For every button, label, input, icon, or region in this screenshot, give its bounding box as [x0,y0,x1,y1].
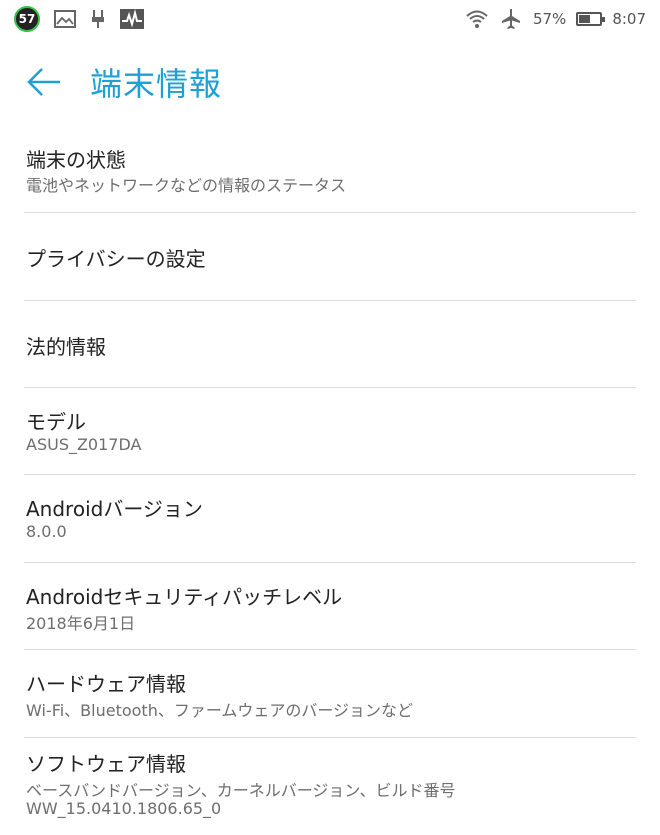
list-item-software-info[interactable]: ソフトウェア情報 ベースバンドバージョン、カーネルバージョン、ビルド番号 WW_… [0,738,660,835]
image-icon [54,10,76,28]
back-button[interactable] [22,64,66,100]
list-item-title: モデル [26,410,86,434]
airplane-mode-icon [499,7,523,31]
list-item-device-status[interactable]: 端末の状態 電池やネットワークなどの情報のステータス [0,124,660,212]
list-item-title: 端末の状態 [26,148,126,172]
clock-time: 8:07 [612,10,646,28]
list-item-subtitle: ASUS_Z017DA [26,435,142,454]
status-bar-right: 57% 8:07 [465,7,660,31]
list-item-legal-info[interactable]: 法的情報 [0,301,660,387]
list-item-model[interactable]: モデル ASUS_Z017DA [0,388,660,474]
list-item-title: プライバシーの設定 [26,247,206,271]
list-item-title: Androidバージョン [26,497,203,521]
page-title: 端末情報 [90,65,223,103]
list-item-hardware-info[interactable]: ハードウェア情報 Wi-Fi、Bluetooth、ファームウェアのバージョンなど [0,650,660,737]
list-item-title: Androidセキュリティパッチレベル [26,585,343,609]
list-item-security-patch-level[interactable]: Androidセキュリティパッチレベル 2018年6月1日 [0,563,660,649]
status-bar: 57 57% 8:07 [0,0,660,38]
status-bar-left: 57 [0,6,144,32]
battery-percent-text: 57% [532,10,567,28]
list-item-title: ソフトウェア情報 [26,752,186,776]
list-item-subtitle: 電池やネットワークなどの情報のステータス [26,176,347,195]
usb-debug-icon [90,9,106,29]
app-bar: 端末情報 [0,50,660,114]
notification-count-badge: 57 [14,6,40,32]
list-item-subtitle-build-number: WW_15.0410.1806.65_0 [26,799,222,818]
list-item-subtitle: 2018年6月1日 [26,614,136,633]
battery-icon [576,12,606,26]
list-item-subtitle: 8.0.0 [26,522,67,541]
list-item-title: ハードウェア情報 [26,672,186,696]
activity-monitor-icon [120,9,144,29]
battery-level-fill [579,15,591,23]
list-item-subtitle: Wi-Fi、Bluetooth、ファームウェアのバージョンなど [26,701,414,720]
wifi-icon [465,9,489,29]
list-item-title: 法的情報 [26,335,106,359]
arrow-left-icon [27,68,60,96]
list-item-privacy-settings[interactable]: プライバシーの設定 [0,213,660,300]
list-item-subtitle: ベースバンドバージョン、カーネルバージョン、ビルド番号 [26,781,456,800]
list-item-android-version[interactable]: Androidバージョン 8.0.0 [0,475,660,562]
